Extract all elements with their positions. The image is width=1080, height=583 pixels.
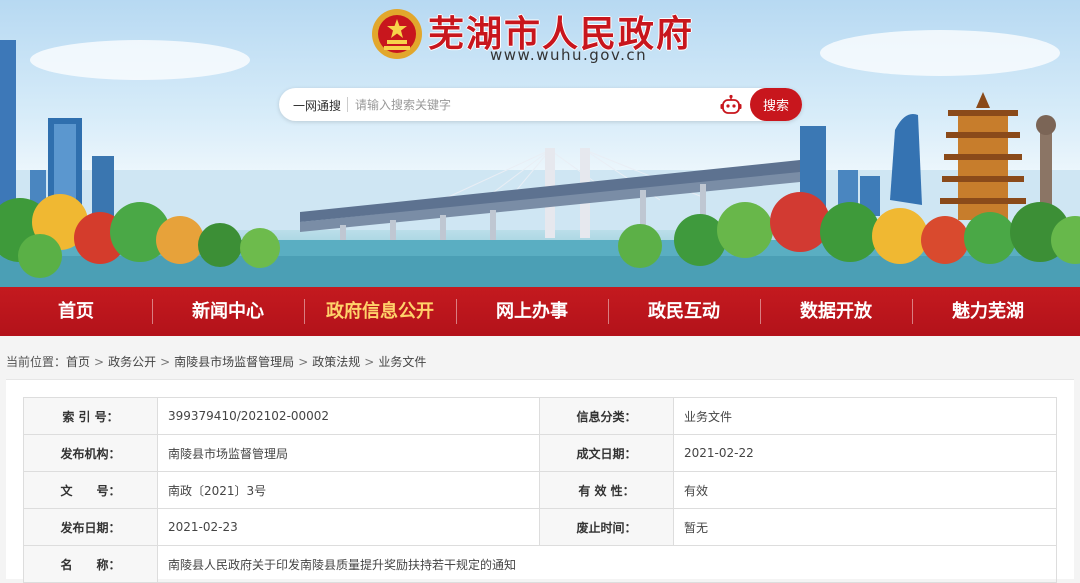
breadcrumb-separator: > [160,355,171,369]
logo[interactable] [370,3,424,65]
breadcrumb-separator: > [298,355,309,369]
publisher-value: 南陵县市场监督管理局 [157,434,540,472]
table-row: 文 号： 南政〔2021〕3号 有 效 性： 有效 [23,471,1057,509]
search-scope-label[interactable]: 一网通搜 [293,97,341,114]
category-label: 信息分类： [539,397,674,435]
index-number-value: 399379410/202102-00002 [157,397,540,435]
search-button[interactable]: 搜索 [750,88,802,121]
search-divider [347,97,348,112]
site-domain: www.wuhu.gov.cn [490,46,648,64]
table-row: 发布日期： 2021-02-23 废止时间： 暂无 [23,508,1057,546]
publisher-label: 发布机构： [23,434,158,472]
breadcrumb-item[interactable]: 政策法规 [312,355,360,369]
nav-item-news[interactable]: 新闻中心 [152,287,304,336]
breadcrumb-separator: > [94,355,105,369]
breadcrumb-item[interactable]: 首页 [66,355,90,369]
table-row: 索 引 号： 399379410/202102-00002 信息分类： 业务文件 [23,397,1057,435]
table-row: 名 称： 南陵县人民政府关于印发南陵县质量提升奖励扶持若干规定的通知 [23,545,1057,583]
table-row: 发布机构： 南陵县市场监督管理局 成文日期： 2021-02-22 [23,434,1057,472]
category-value: 业务文件 [673,397,1057,435]
expiry-value: 暂无 [673,508,1057,546]
index-number-label: 索 引 号： [23,397,158,435]
validity-value: 有效 [673,471,1057,509]
header-banner: 芜湖市人民政府 www.wuhu.gov.cn 一网通搜 搜索 [0,0,1080,287]
written-date-label: 成文日期： [539,434,674,472]
search-bar: 一网通搜 搜索 [279,88,802,121]
publish-date-value: 2021-02-23 [157,508,540,546]
main-nav: 首页 新闻中心 政府信息公开 网上办事 政民互动 数据开放 魅力芜湖 [0,287,1080,336]
expiry-label: 废止时间： [539,508,674,546]
nav-item-open-data[interactable]: 数据开放 [760,287,912,336]
written-date-value: 2021-02-22 [673,434,1057,472]
document-number-label: 文 号： [23,471,158,509]
nav-item-interaction[interactable]: 政民互动 [608,287,760,336]
document-info-panel: 索 引 号： 399379410/202102-00002 信息分类： 业务文件… [6,379,1074,583]
search-input[interactable] [355,94,715,115]
document-info-table: 索 引 号： 399379410/202102-00002 信息分类： 业务文件… [23,397,1057,583]
breadcrumb: 当前位置：首页 > 政务公开 > 南陵县市场监督管理局 > 政策法规 > 业务文件 [6,353,426,370]
document-name-value: 南陵县人民政府关于印发南陵县质量提升奖励扶持若干规定的通知 [157,545,1057,583]
breadcrumb-item[interactable]: 南陵县市场监督管理局 [174,355,294,369]
document-name-label: 名 称： [23,545,158,583]
breadcrumb-prefix: 当前位置： [6,355,67,369]
breadcrumb-item[interactable]: 业务文件 [378,355,426,369]
nav-item-charm-wuhu[interactable]: 魅力芜湖 [912,287,1064,336]
breadcrumb-item[interactable]: 政务公开 [108,355,156,369]
robot-assistant-icon[interactable] [720,94,742,116]
nav-item-gov-info[interactable]: 政府信息公开 [304,287,456,336]
national-emblem-icon [372,9,422,59]
document-number-value: 南政〔2021〕3号 [157,471,540,509]
breadcrumb-separator: > [364,355,375,369]
nav-item-home[interactable]: 首页 [0,287,152,336]
nav-item-online-services[interactable]: 网上办事 [456,287,608,336]
publish-date-label: 发布日期： [23,508,158,546]
validity-label: 有 效 性： [539,471,674,509]
